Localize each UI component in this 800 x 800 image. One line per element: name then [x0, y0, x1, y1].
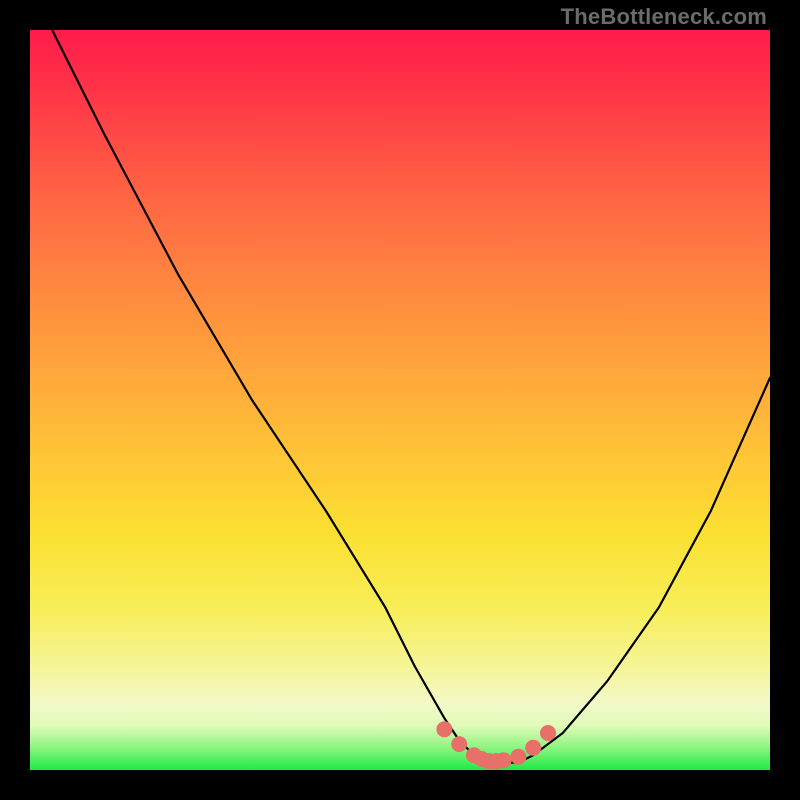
highlight-markers — [436, 721, 556, 769]
chart-overlay — [30, 30, 770, 770]
marker-dot — [451, 736, 467, 752]
marker-dot — [510, 749, 526, 765]
marker-dot — [540, 725, 556, 741]
marker-dot — [525, 740, 541, 756]
marker-dot — [496, 752, 512, 768]
bottleneck-curve — [52, 30, 770, 763]
marker-dot — [436, 721, 452, 737]
watermark-text: TheBottleneck.com — [561, 4, 767, 30]
bottleneck-chart — [30, 30, 770, 770]
